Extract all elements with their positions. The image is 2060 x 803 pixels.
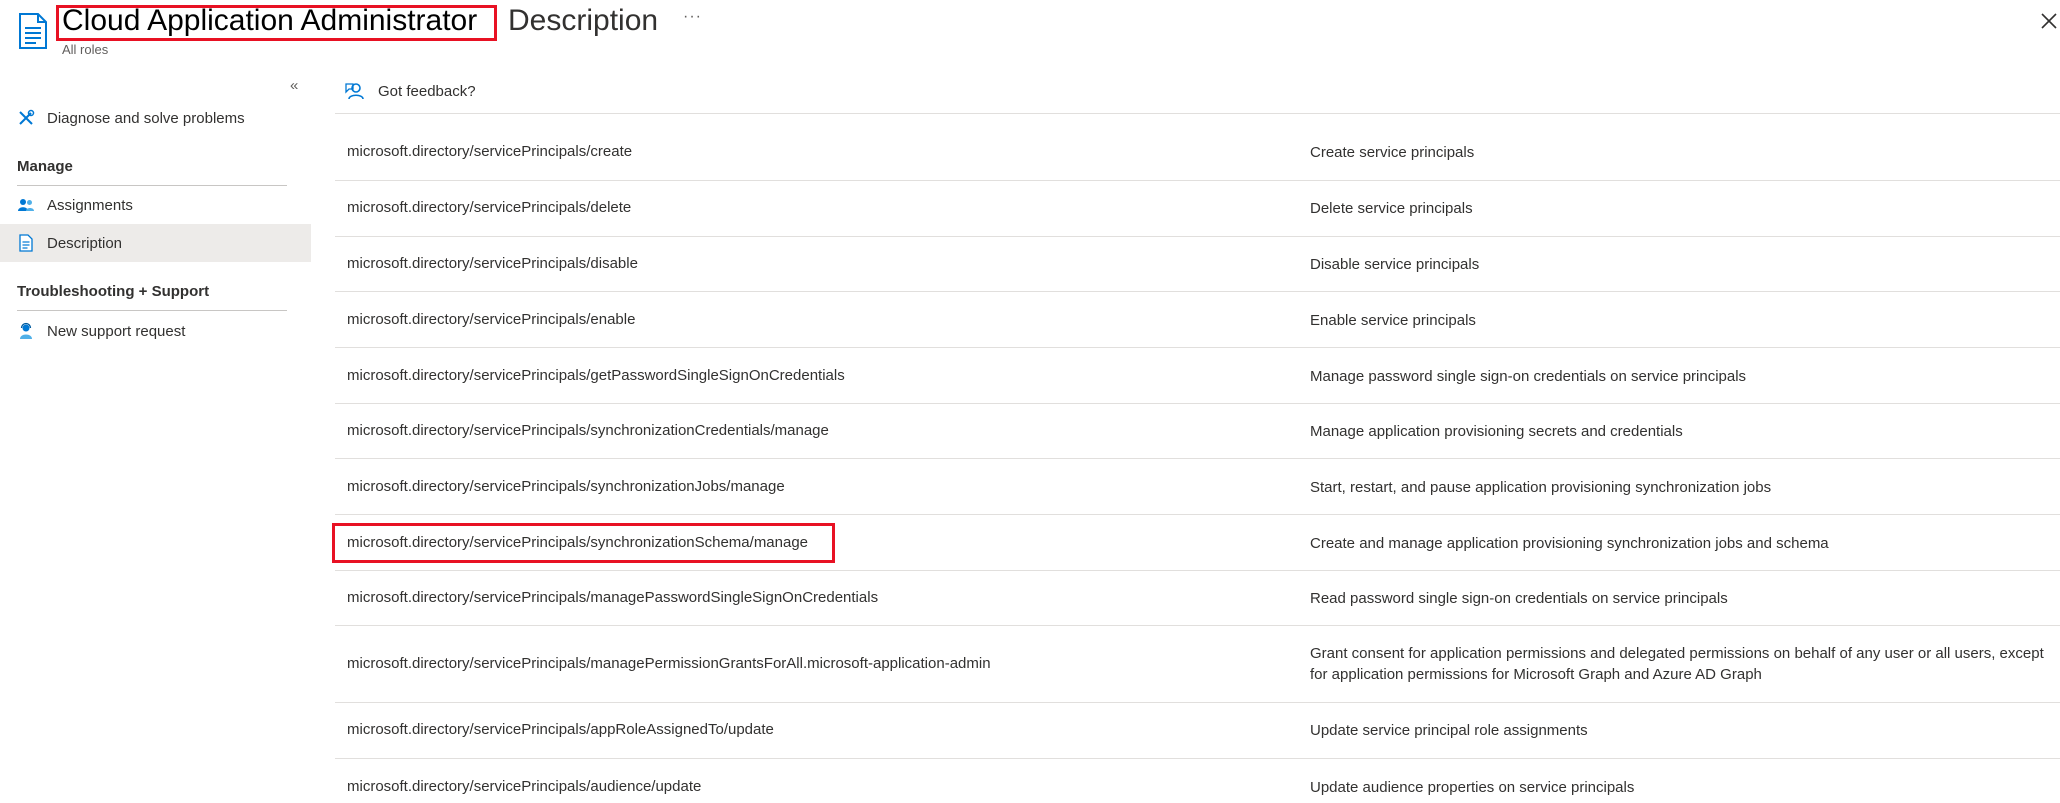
sidebar-item-diagnose[interactable]: Diagnose and solve problems <box>0 99 311 137</box>
permission-name: microsoft.directory/servicePrincipals/cr… <box>347 143 633 160</box>
permission-name: microsoft.directory/servicePrincipals/ge… <box>347 367 845 384</box>
row-highlight-box <box>332 523 835 563</box>
sidebar-item-label: Diagnose and solve problems <box>47 109 245 127</box>
sidebar-item-label: Description <box>47 234 123 252</box>
permission-name: microsoft.directory/servicePrincipals/di… <box>347 255 638 272</box>
feedback-label: Got feedback? <box>378 82 476 100</box>
permission-name: microsoft.directory/servicePrincipals/ma… <box>347 655 991 672</box>
permission-description: Grant consent for application permission… <box>1310 645 2044 683</box>
table-row: microsoft.directory/servicePrincipals/sy… <box>335 459 2060 515</box>
feedback-icon <box>345 83 364 100</box>
sidebar-item-new-support-request[interactable]: New support request <box>0 312 311 350</box>
sidebar-item-label: New support request <box>47 322 186 340</box>
section-heading-manage: Manage <box>17 158 73 175</box>
sidebar-item-assignments[interactable]: Assignments <box>0 186 311 224</box>
permission-description: Disable service principals <box>1310 256 1480 273</box>
permission-name: microsoft.directory/servicePrincipals/sy… <box>347 422 829 439</box>
permission-description: Create service principals <box>1310 144 1475 161</box>
document-icon <box>19 13 47 49</box>
permission-name: microsoft.directory/servicePrincipals/de… <box>347 199 632 216</box>
feedback-button[interactable]: Got feedback? <box>344 80 476 102</box>
people-icon <box>17 196 35 214</box>
main-content: Got feedback? microsoft.directory/servic… <box>332 62 2060 803</box>
permission-name: microsoft.directory/servicePrincipals/ma… <box>347 589 879 606</box>
permission-name: microsoft.directory/servicePrincipals/au… <box>347 778 702 795</box>
table-row: microsoft.directory/servicePrincipals/ma… <box>335 626 2060 703</box>
permission-description: Create and manage application provisioni… <box>1310 535 1829 552</box>
table-row: microsoft.directory/servicePrincipals/en… <box>335 292 2060 348</box>
table-row: microsoft.directory/servicePrincipals/cr… <box>335 125 2060 181</box>
section-heading-troubleshooting: Troubleshooting + Support <box>17 283 210 300</box>
wrench-icon <box>17 109 35 127</box>
table-row: microsoft.directory/servicePrincipals/di… <box>335 237 2060 292</box>
table-row: microsoft.directory/servicePrincipals/ap… <box>335 703 2060 759</box>
table-row: microsoft.directory/servicePrincipals/au… <box>335 759 2060 803</box>
document-icon <box>17 234 35 252</box>
page-title: Cloud Application Administrator <box>62 4 478 37</box>
permission-name: microsoft.directory/servicePrincipals/sy… <box>347 478 785 495</box>
breadcrumb-all-roles[interactable]: All roles <box>62 42 108 57</box>
support-person-icon <box>17 322 35 340</box>
permission-description: Start, restart, and pause application pr… <box>1310 479 1772 496</box>
permission-name: microsoft.directory/servicePrincipals/en… <box>347 311 636 328</box>
sidebar: « Diagnose and solve problems Manage Ass… <box>0 62 311 803</box>
section-divider <box>17 310 287 311</box>
blade-header: Cloud Application Administrator Descript… <box>0 0 2060 62</box>
close-icon[interactable] <box>2040 12 2058 30</box>
more-options-icon[interactable]: ··· <box>683 8 702 26</box>
permission-description: Update audience properties on service pr… <box>1310 779 1635 796</box>
permission-description: Manage application provisioning secrets … <box>1310 423 1683 440</box>
permission-description: Delete service principals <box>1310 200 1473 217</box>
permission-description: Enable service principals <box>1310 312 1476 329</box>
table-row: microsoft.directory/servicePrincipals/ma… <box>335 571 2060 626</box>
permission-description: Manage password single sign-on credentia… <box>1310 368 1747 385</box>
table-row: microsoft.directory/servicePrincipals/sy… <box>335 404 2060 459</box>
table-row: microsoft.directory/servicePrincipals/ge… <box>335 348 2060 404</box>
permission-description: Update service principal role assignment… <box>1310 722 1588 739</box>
sidebar-item-label: Assignments <box>47 196 133 214</box>
table-row: microsoft.directory/servicePrincipals/de… <box>335 181 2060 237</box>
collapse-sidebar-icon[interactable]: « <box>290 77 298 94</box>
permission-name: microsoft.directory/servicePrincipals/ap… <box>347 721 774 738</box>
sidebar-item-description[interactable]: Description <box>0 224 311 262</box>
page-title-suffix: Description <box>508 4 659 37</box>
table-top-divider <box>335 113 2060 114</box>
permission-description: Read password single sign-on credentials… <box>1310 590 1728 607</box>
